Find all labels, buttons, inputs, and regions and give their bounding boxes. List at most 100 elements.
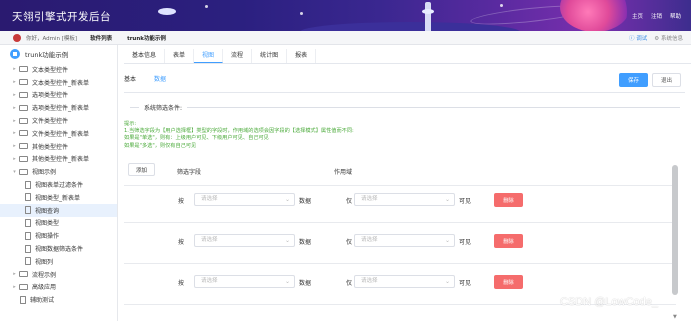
sidebar-item[interactable]: ▸ 文本类型控件_新表单 bbox=[0, 76, 117, 89]
sidebar-tree: ▸ 文本类型控件 ▸ 文本类型控件_新表单 ▸ 选项类型控件 ▸ 选项类型控件_新表单 ▸ 文件类… bbox=[0, 63, 117, 306]
crumb-software-list[interactable]: 软件列表 bbox=[87, 34, 115, 42]
field-select[interactable]: 请选择 ⌄ bbox=[194, 193, 295, 206]
chevron-right-icon[interactable]: ▸ bbox=[10, 105, 19, 111]
by-label: 按 bbox=[178, 239, 185, 246]
sidebar-item[interactable]: ▸ 选项类型控件_新表单 bbox=[0, 101, 117, 114]
chevron-right-icon[interactable]: ▸ bbox=[10, 271, 19, 277]
sidebar-item[interactable]: 视图类型_新表单 bbox=[0, 191, 117, 204]
scope-select[interactable]: 请选择 ⌄ bbox=[354, 193, 455, 206]
field-select[interactable]: 请选择 ⌄ bbox=[194, 234, 295, 247]
sidebar-item[interactable]: 视图列 bbox=[0, 255, 117, 268]
watermark: CSDN @LowCode_ bbox=[560, 296, 658, 308]
help-link[interactable]: 帮助 bbox=[670, 12, 681, 20]
tab-basic-info[interactable]: 基本信息 bbox=[124, 49, 166, 63]
scope-select[interactable]: 请选择 ⌄ bbox=[354, 275, 455, 288]
chevron-down-icon: ⌄ bbox=[444, 196, 450, 203]
scope-select[interactable]: 请选择 ⌄ bbox=[354, 234, 455, 247]
header-links: 主页 注销 帮助 bbox=[632, 12, 681, 20]
chevron-down-icon[interactable]: ▾ bbox=[10, 169, 19, 175]
tab-view[interactable]: 视图 bbox=[194, 49, 224, 63]
field-select[interactable]: 请选择 ⌄ bbox=[194, 275, 295, 288]
chevron-right-icon[interactable]: ▸ bbox=[10, 66, 19, 72]
tab-form[interactable]: 表单 bbox=[165, 49, 195, 63]
delete-button[interactable]: 删除 bbox=[494, 193, 523, 207]
crumb-trunk-demo[interactable]: trunk功能示例 bbox=[124, 34, 169, 42]
sidebar-item-label: 视图类型_新表单 bbox=[35, 194, 81, 202]
field-select-placeholder: 请选择 bbox=[201, 278, 218, 284]
chevron-right-icon[interactable]: ▸ bbox=[10, 156, 19, 162]
scope-select-placeholder: 请选择 bbox=[361, 278, 378, 284]
chevron-down-icon: ⌄ bbox=[284, 278, 290, 285]
sub-tabs: 基本 数据 bbox=[124, 74, 166, 83]
sidebar-item[interactable]: ▸ 其他类型控件_新表单 bbox=[0, 153, 117, 166]
subtab-data[interactable]: 数据 bbox=[154, 74, 166, 83]
system-info-link[interactable]: ⚙ 系统信息 bbox=[654, 34, 683, 42]
field-select-placeholder: 请选择 bbox=[201, 237, 218, 243]
sidebar-item-label: 选项类型控件 bbox=[32, 92, 69, 100]
chevron-right-icon[interactable]: ▸ bbox=[10, 130, 19, 136]
sidebar-item-label: 文本类型控件 bbox=[32, 66, 69, 74]
chevron-right-icon[interactable]: ▸ bbox=[10, 92, 19, 98]
breadcrumb: 软件列表 trunk功能示例 bbox=[87, 34, 169, 42]
fieldset-legend: 系统筛选条件: bbox=[139, 103, 188, 112]
sidebar-item[interactable]: ▸ 文本类型控件 bbox=[0, 63, 117, 76]
header-decoration-tower bbox=[422, 2, 434, 31]
sidebar-item[interactable]: ▸ 流程示例 bbox=[0, 268, 117, 281]
logout-link[interactable]: 注销 bbox=[651, 12, 662, 20]
by-label: 按 bbox=[178, 198, 185, 205]
file-icon bbox=[25, 218, 31, 227]
sidebar-item[interactable]: 视图数据筛选条件 bbox=[0, 242, 117, 255]
column-header-field: 筛选字段 bbox=[177, 169, 202, 176]
sidebar-item[interactable]: 视图表单过滤条件 bbox=[0, 178, 117, 191]
sidebar-item-label: 视图示例 bbox=[32, 169, 57, 177]
subbar-right: ⓘ 调试 ⚙ 系统信息 bbox=[629, 34, 683, 42]
field-select-placeholder: 请选择 bbox=[201, 196, 218, 202]
tab-statistics-chart[interactable]: 统计图 bbox=[252, 49, 288, 63]
scope-select-placeholder: 请选择 bbox=[361, 237, 378, 243]
subtab-basic[interactable]: 基本 bbox=[124, 74, 136, 83]
tab-workflow[interactable]: 流程 bbox=[223, 49, 253, 63]
sidebar-item[interactable]: 辅助测试 bbox=[0, 293, 117, 306]
home-icon bbox=[10, 49, 20, 59]
sidebar: trunk功能示例 ▸ 文本类型控件 ▸ 文本类型控件_新表单 ▸ 选项类型控件 ▸ 选项类型… bbox=[0, 45, 118, 321]
home-link[interactable]: 主页 bbox=[632, 12, 643, 20]
chevron-right-icon[interactable]: ▸ bbox=[10, 79, 19, 85]
delete-button[interactable]: 删除 bbox=[494, 275, 523, 289]
chevron-right-icon[interactable]: ▸ bbox=[10, 143, 19, 149]
scrollbar[interactable] bbox=[672, 165, 678, 295]
chevron-right-icon[interactable]: ▸ bbox=[10, 118, 19, 124]
row-divider bbox=[124, 222, 676, 223]
tab-report[interactable]: 报表 bbox=[287, 49, 317, 63]
condition-row: 按 请选择 ⌄ 数据 仅 请选择 ⌄ 可见 删除 bbox=[124, 268, 674, 296]
sidebar-item[interactable]: ▸ 其他类型控件 bbox=[0, 140, 117, 153]
chevron-right-icon[interactable]: ▸ bbox=[10, 284, 19, 290]
sidebar-item-label: 选项类型控件_新表单 bbox=[32, 105, 90, 113]
file-icon bbox=[25, 180, 31, 189]
sidebar-item[interactable]: ▸ 文件类型控件_新表单 bbox=[0, 127, 117, 140]
save-button[interactable]: 保存 bbox=[619, 73, 648, 87]
delete-button[interactable]: 删除 bbox=[494, 234, 523, 248]
debug-link[interactable]: ⓘ 调试 bbox=[629, 34, 647, 42]
sidebar-item-label: 流程示例 bbox=[32, 271, 57, 279]
scroll-down-icon[interactable]: ▼ bbox=[673, 314, 677, 320]
add-button[interactable]: 添加 bbox=[128, 163, 155, 176]
condition-row: 按 请选择 ⌄ 数据 仅 请选择 ⌄ 可见 删除 bbox=[124, 186, 674, 214]
data-label: 数据 bbox=[299, 198, 312, 205]
sidebar-item-label: 视图数据筛选条件 bbox=[35, 246, 84, 254]
sidebar-root[interactable]: trunk功能示例 bbox=[0, 45, 117, 63]
row-divider bbox=[124, 263, 676, 264]
header-decoration-star bbox=[205, 5, 208, 8]
exit-button[interactable]: 退出 bbox=[652, 73, 681, 87]
sidebar-item[interactable]: 视图操作 bbox=[0, 229, 117, 242]
sidebar-item[interactable]: ▾ 视图示例 bbox=[0, 165, 117, 178]
sidebar-item[interactable]: 视图查询 bbox=[0, 203, 117, 217]
sidebar-item[interactable]: ▸ 高级应用 bbox=[0, 281, 117, 294]
sidebar-item[interactable]: 视图类型 bbox=[0, 217, 117, 230]
sidebar-item-label: 高级应用 bbox=[32, 284, 57, 292]
file-icon bbox=[25, 244, 31, 253]
sidebar-item[interactable]: ▸ 文件类型控件 bbox=[0, 114, 117, 127]
header-decoration-planet bbox=[560, 0, 630, 31]
file-icon bbox=[20, 295, 26, 304]
sidebar-item-label: 视图表单过滤条件 bbox=[35, 182, 84, 190]
sidebar-item[interactable]: ▸ 选项类型控件 bbox=[0, 89, 117, 102]
